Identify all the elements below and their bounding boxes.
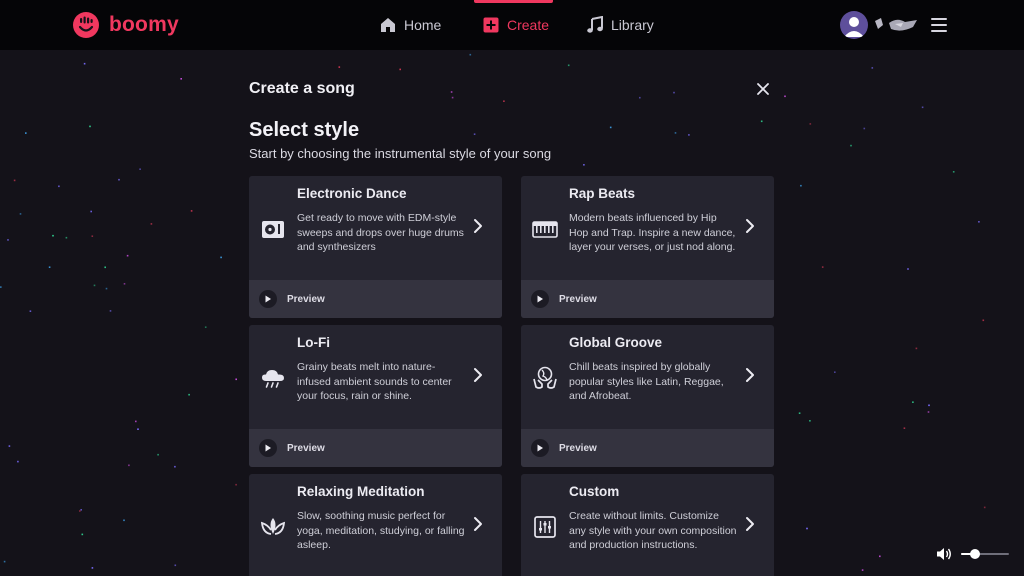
play-icon	[259, 290, 277, 308]
style-card-title: Custom	[569, 484, 620, 499]
style-card-description: Chill beats inspired by globally popular…	[569, 361, 724, 403]
style-card-title: Rap Beats	[569, 186, 636, 201]
preview-label: Preview	[559, 293, 597, 305]
keyboard-icon	[532, 221, 558, 238]
chevron-right-icon[interactable]	[743, 367, 757, 383]
preview-button[interactable]: Preview	[249, 280, 502, 318]
rank-badge-icon[interactable]	[873, 17, 919, 33]
hamburger-menu-icon[interactable]	[931, 18, 947, 32]
style-card-description: Get ready to move with EDM-style sweeps …	[297, 212, 464, 254]
style-card-description: Create without limits. Customize any sty…	[569, 510, 737, 552]
style-card-title: Electronic Dance	[297, 186, 407, 201]
style-card-description: Grainy beats melt into nature-infused am…	[297, 361, 452, 403]
speaker-icon[interactable]	[936, 546, 952, 562]
lotus-icon	[260, 518, 286, 535]
dialog-title: Create a song	[249, 80, 355, 97]
style-card-electronic-dance[interactable]: Electronic Dance Get ready to move with …	[249, 176, 502, 318]
sliders-icon	[534, 516, 556, 538]
play-icon	[531, 439, 549, 457]
nav-home-label: Home	[404, 17, 442, 33]
style-card-global-groove[interactable]: Global Groove Chill beats inspired by gl…	[521, 325, 774, 467]
brand-name: boomy	[109, 13, 179, 36]
chevron-right-icon[interactable]	[471, 516, 485, 532]
preview-label: Preview	[287, 293, 325, 305]
nav-create-label: Create	[507, 17, 550, 33]
section-subtitle: Start by choosing the instrumental style…	[249, 146, 552, 161]
style-card-title: Global Groove	[569, 335, 663, 350]
chevron-right-icon[interactable]	[471, 367, 485, 383]
boomy-logo-icon	[73, 12, 99, 38]
music-note-icon	[587, 16, 603, 33]
play-icon	[531, 290, 549, 308]
user-avatar[interactable]	[840, 11, 868, 39]
user-avatar-icon	[844, 17, 864, 37]
chevron-right-icon[interactable]	[743, 218, 757, 234]
volume-slider-handle[interactable]	[970, 549, 981, 559]
nav-create[interactable]: Create	[473, 0, 554, 50]
turntable-icon	[262, 221, 284, 238]
preview-label: Preview	[287, 442, 325, 454]
style-card-title: Relaxing Meditation	[297, 484, 425, 499]
section-heading: Select style	[249, 119, 360, 141]
preview-button[interactable]: Preview	[521, 280, 774, 318]
nav-home[interactable]: Home	[379, 0, 441, 50]
globe-hands-icon	[533, 366, 557, 389]
style-card-relaxing-meditation[interactable]: Relaxing Meditation Slow, soothing music…	[249, 474, 502, 576]
brand-logo[interactable]: boomy	[72, 11, 179, 39]
preview-button[interactable]: Preview	[249, 429, 502, 467]
play-icon	[259, 439, 277, 457]
preview-button[interactable]: Preview	[521, 429, 774, 467]
volume-slider[interactable]	[961, 549, 1009, 559]
nav-library-label: Library	[611, 17, 654, 33]
plus-square-icon	[483, 17, 499, 33]
nav-library[interactable]: Library	[586, 0, 654, 50]
preview-label: Preview	[559, 442, 597, 454]
starfield-background	[0, 53, 986, 571]
style-card-lo-fi[interactable]: Lo-Fi Grainy beats melt into nature-infu…	[249, 325, 502, 467]
close-icon[interactable]	[756, 82, 770, 96]
top-navigation-bar: boomy Home Create Library	[0, 0, 1024, 50]
style-card-description: Modern beats influenced by Hip Hop and T…	[569, 212, 736, 254]
home-icon	[381, 18, 395, 32]
chevron-right-icon[interactable]	[743, 516, 757, 532]
chevron-right-icon[interactable]	[471, 218, 485, 234]
rain-cloud-icon	[262, 370, 284, 388]
style-card-custom[interactable]: Custom Create without limits. Customize …	[521, 474, 774, 576]
style-card-description: Slow, soothing music perfect for yoga, m…	[297, 510, 465, 552]
style-card-title: Lo-Fi	[297, 335, 330, 350]
style-card-rap-beats[interactable]: Rap Beats Modern beats influenced by Hip…	[521, 176, 774, 318]
